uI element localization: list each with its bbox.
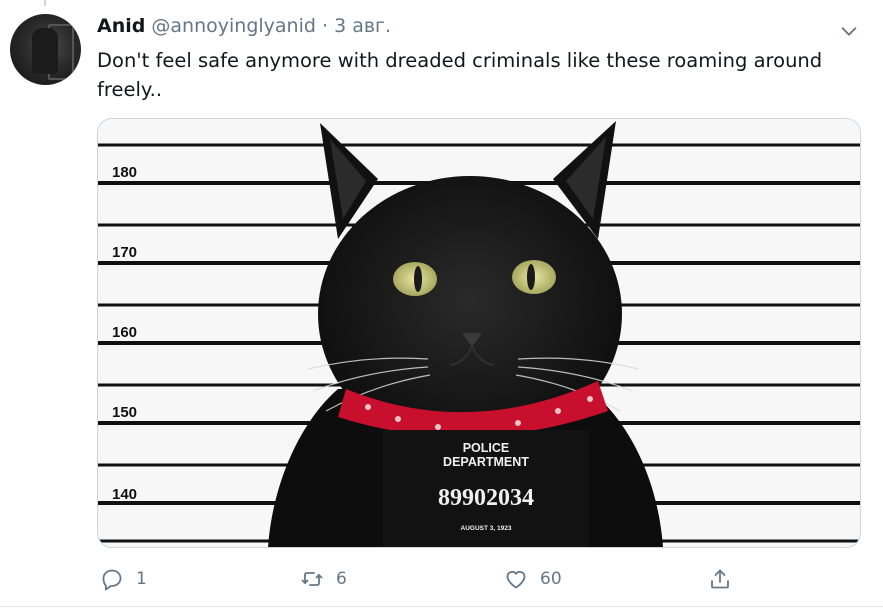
mugshot-image: 180 170 160 150 140 POLICE DEPARTMENT 89…: [98, 119, 860, 547]
tweet-text: Don't feel safe anymore with dreaded cri…: [97, 49, 823, 101]
tweet-header: Anid @annoyinglyanid · 3 авг.: [97, 13, 391, 39]
retweet-button[interactable]: 6: [300, 563, 347, 595]
tweet-date[interactable]: 3 авг.: [334, 15, 391, 37]
reply-count: 1: [136, 569, 147, 589]
tweet-actions: 1 6 60: [0, 563, 883, 595]
header-separator: ·: [321, 15, 329, 37]
avatar[interactable]: [10, 14, 81, 85]
height-label-170: 170: [112, 244, 137, 261]
height-label-160: 160: [112, 324, 137, 341]
author-name[interactable]: Anid: [97, 15, 145, 37]
placard-date: AUGUST 3, 1923: [461, 525, 512, 532]
placard-number: 89902034: [438, 485, 534, 511]
placard-line-department: DEPARTMENT: [443, 455, 529, 469]
like-count: 60: [540, 569, 562, 589]
tweet-media-image[interactable]: 180 170 160 150 140 POLICE DEPARTMENT 89…: [97, 118, 861, 548]
chevron-down-icon[interactable]: [838, 20, 860, 42]
reply-icon: [102, 569, 122, 591]
avatar-figure-shape: [32, 28, 58, 74]
reply-button[interactable]: 1: [100, 563, 147, 595]
like-button[interactable]: 60: [504, 563, 562, 595]
share-button[interactable]: [708, 563, 732, 595]
height-label-140: 140: [112, 486, 137, 503]
tweet-divider: [0, 606, 883, 607]
thread-connector-line: [44, 0, 46, 6]
police-placard: POLICE DEPARTMENT 89902034 AUGUST 3, 192…: [382, 430, 589, 547]
placard-line-police: POLICE: [463, 441, 510, 455]
retweet-count: 6: [336, 569, 347, 589]
author-handle[interactable]: @annoyinglyanid: [151, 15, 316, 37]
like-icon: [506, 571, 526, 589]
height-label-150: 150: [112, 404, 137, 421]
share-icon: [711, 569, 729, 589]
height-label-180: 180: [112, 164, 137, 181]
retweet-icon: [301, 572, 323, 586]
